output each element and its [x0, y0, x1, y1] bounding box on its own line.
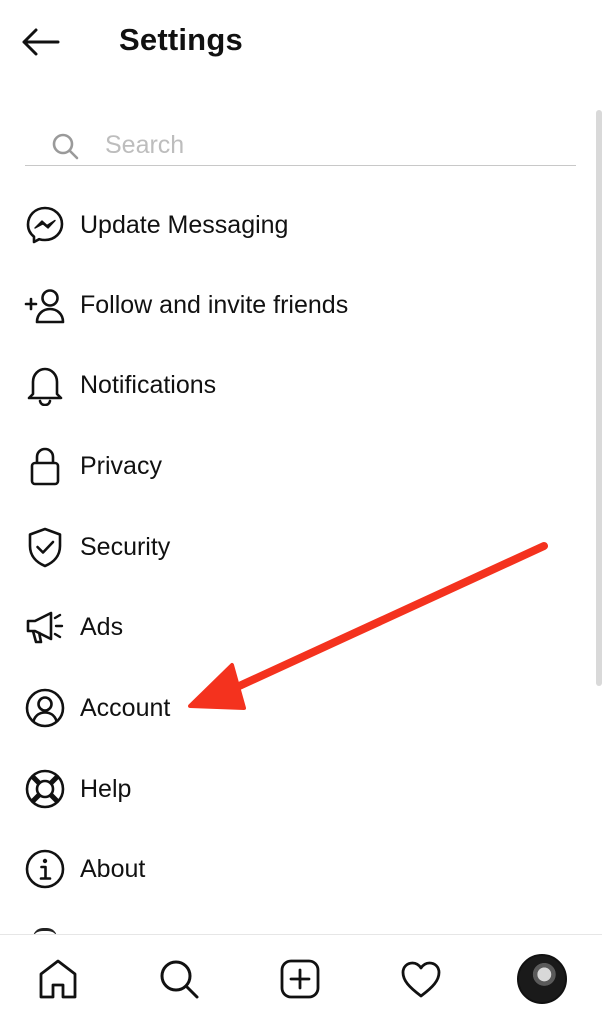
bottom-nav	[0, 934, 602, 1024]
menu-item-update-messaging[interactable]: Update Messaging	[0, 185, 596, 265]
nav-profile-button[interactable]	[516, 953, 568, 1005]
menu-item-label: Ads	[80, 612, 124, 641]
nav-activity-button[interactable]	[395, 953, 447, 1005]
nav-home-button[interactable]	[32, 953, 84, 1005]
header: Settings	[0, 0, 602, 84]
menu-item-label: Notifications	[80, 370, 217, 399]
messenger-icon	[24, 204, 66, 246]
menu-item-label: Help	[80, 774, 132, 803]
profile-avatar	[517, 954, 567, 1004]
add-post-icon	[280, 959, 320, 999]
menu-item-privacy[interactable]: Privacy	[0, 426, 596, 506]
menu-item-about[interactable]: About	[0, 829, 596, 909]
scrollbar[interactable]	[596, 110, 602, 686]
menu-item-label: Account	[80, 693, 171, 722]
menu-item-notifications[interactable]: Notifications	[0, 345, 596, 425]
lifebuoy-icon	[24, 768, 66, 810]
menu-item-help[interactable]: Help	[0, 749, 596, 829]
menu-item-label: Security	[80, 532, 171, 561]
menu-item-label: Update Messaging	[80, 210, 289, 239]
search-icon	[160, 960, 199, 999]
add-person-icon	[24, 284, 66, 326]
search-input[interactable]	[105, 128, 545, 162]
nav-search-button[interactable]	[153, 953, 205, 1005]
megaphone-icon	[24, 606, 66, 648]
shield-check-icon	[24, 526, 66, 568]
back-arrow-icon	[22, 28, 60, 56]
page-title: Settings	[119, 22, 243, 57]
menu-item-label: Follow and invite friends	[80, 290, 349, 319]
back-button[interactable]	[20, 20, 70, 64]
search-bar[interactable]	[25, 124, 576, 166]
info-icon	[24, 848, 66, 890]
menu-item-account[interactable]: Account	[0, 668, 596, 748]
menu-item-ads[interactable]: Ads	[0, 587, 596, 667]
account-circle-icon	[24, 687, 66, 729]
menu-item-label: Privacy	[80, 451, 162, 480]
nav-add-post-button[interactable]	[274, 953, 326, 1005]
heart-icon	[401, 961, 441, 998]
bell-icon	[24, 364, 66, 406]
search-icon	[52, 133, 79, 160]
menu-item-security[interactable]: Security	[0, 507, 596, 587]
home-icon	[39, 959, 77, 999]
lock-icon	[24, 445, 66, 487]
menu-item-label: About	[80, 854, 146, 883]
menu-item-follow-invite[interactable]: Follow and invite friends	[0, 265, 596, 345]
